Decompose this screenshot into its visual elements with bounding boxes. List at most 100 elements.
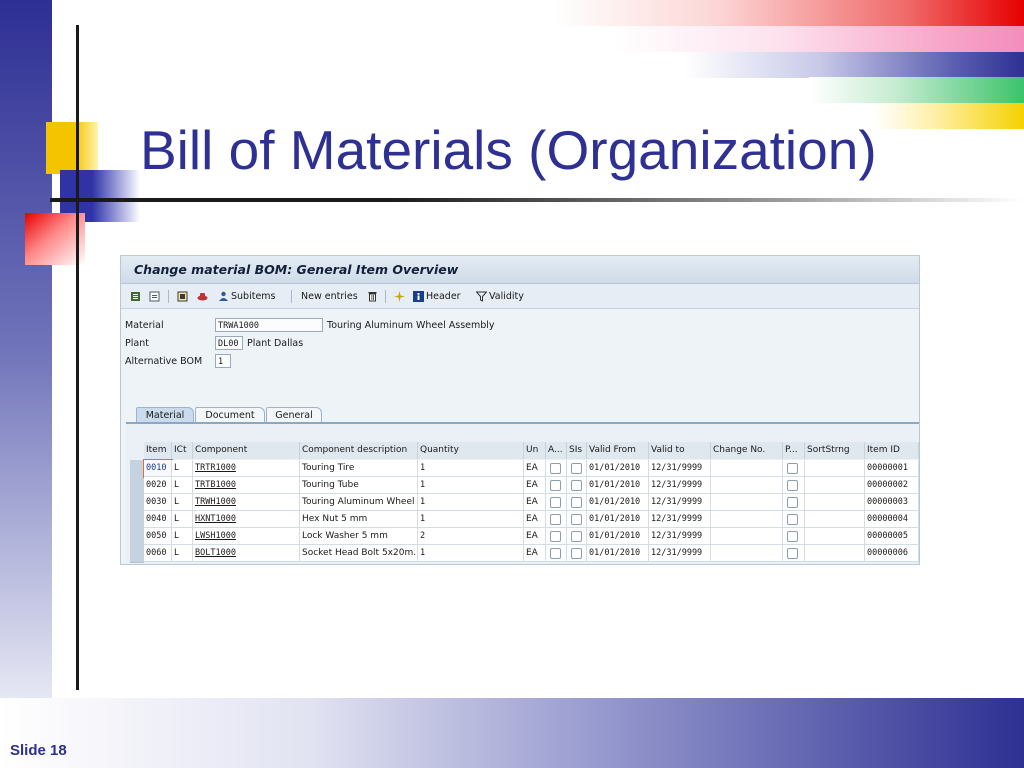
cell-unit[interactable]: EA — [524, 511, 546, 528]
checkbox[interactable] — [550, 548, 561, 559]
col-header-sortstrng[interactable]: SortStrng — [805, 442, 865, 459]
cell-quantity[interactable]: 1 — [418, 545, 524, 562]
plant-field[interactable]: DL00 — [215, 336, 243, 350]
cell-change-no[interactable] — [711, 511, 783, 528]
cell-ict[interactable]: L — [172, 477, 193, 494]
cell-sortstrng[interactable] — [805, 477, 865, 494]
validity-button[interactable]: Validity — [476, 288, 524, 304]
col-header-valid-to[interactable]: Valid to — [649, 442, 711, 459]
checkbox[interactable] — [571, 497, 582, 508]
tab-material[interactable]: Material — [136, 407, 194, 423]
cell-quantity[interactable]: 1 — [418, 460, 524, 477]
copy-button[interactable] — [394, 288, 407, 304]
checkbox[interactable] — [787, 480, 798, 491]
cell-valid-from[interactable]: 01/01/2010 — [587, 477, 649, 494]
checkbox[interactable] — [550, 514, 561, 525]
header-button[interactable]: Header — [413, 288, 461, 304]
cell-item[interactable]: 0040 — [144, 511, 172, 528]
subitems-button[interactable]: Subitems — [218, 288, 276, 304]
components-button[interactable] — [177, 288, 190, 304]
cell-change-no[interactable] — [711, 545, 783, 562]
cell-unit[interactable]: EA — [524, 494, 546, 511]
cell-item-id[interactable]: 00000006 — [865, 545, 919, 562]
cell-component[interactable]: BOLT1000 — [193, 545, 300, 562]
cell-ict[interactable]: L — [172, 545, 193, 562]
col-header-sis[interactable]: SIs — [567, 442, 587, 459]
col-header-a[interactable]: A... — [546, 442, 567, 459]
checkbox[interactable] — [550, 480, 561, 491]
cell-quantity[interactable]: 1 — [418, 477, 524, 494]
checkbox[interactable] — [787, 548, 798, 559]
cell-description[interactable]: Touring Tire — [300, 460, 418, 477]
cell-sortstrng[interactable] — [805, 545, 865, 562]
col-header-quantity[interactable]: Quantity — [418, 442, 524, 459]
cell-sortstrng[interactable] — [805, 494, 865, 511]
cell-valid-to[interactable]: 12/31/9999 — [649, 511, 711, 528]
cell-unit[interactable]: EA — [524, 528, 546, 545]
cell-item[interactable]: 0020 — [144, 477, 172, 494]
cell-item-id[interactable]: 00000004 — [865, 511, 919, 528]
col-header-unit[interactable]: Un — [524, 442, 546, 459]
cell-sortstrng[interactable] — [805, 528, 865, 545]
col-header-valid-from[interactable]: Valid From — [587, 442, 649, 459]
cell-ict[interactable]: L — [172, 460, 193, 477]
tab-general[interactable]: General — [266, 407, 322, 423]
cell-quantity[interactable]: 1 — [418, 494, 524, 511]
other-doc-button[interactable] — [149, 288, 162, 304]
cell-description[interactable]: Touring Aluminum Wheel — [300, 494, 418, 511]
cell-sortstrng[interactable] — [805, 511, 865, 528]
cell-description[interactable]: Hex Nut 5 mm — [300, 511, 418, 528]
tab-document[interactable]: Document — [195, 407, 265, 423]
cell-item[interactable]: 0050 — [144, 528, 172, 545]
cell-change-no[interactable] — [711, 528, 783, 545]
cell-ict[interactable]: L — [172, 511, 193, 528]
col-header-component[interactable]: Component — [193, 442, 300, 459]
cell-valid-from[interactable]: 01/01/2010 — [587, 528, 649, 545]
cell-item[interactable]: 0010 — [143, 459, 173, 478]
checkbox[interactable] — [571, 531, 582, 542]
table-row[interactable]: 0030 L TRWH1000 Touring Aluminum Wheel 1… — [121, 494, 919, 511]
cell-valid-from[interactable]: 01/01/2010 — [587, 460, 649, 477]
alt-bom-field[interactable]: 1 — [215, 354, 231, 368]
checkbox[interactable] — [571, 480, 582, 491]
cell-valid-from[interactable]: 01/01/2010 — [587, 545, 649, 562]
cell-description[interactable]: Socket Head Bolt 5x20m... — [300, 545, 418, 562]
checkbox[interactable] — [571, 514, 582, 525]
checkbox[interactable] — [787, 463, 798, 474]
cell-valid-from[interactable]: 01/01/2010 — [587, 511, 649, 528]
cell-description[interactable]: Lock Washer 5 mm — [300, 528, 418, 545]
cell-quantity[interactable]: 2 — [418, 528, 524, 545]
material-field[interactable]: TRWA1000 — [215, 318, 323, 332]
cell-item[interactable]: 0060 — [144, 545, 172, 562]
cell-sortstrng[interactable] — [805, 460, 865, 477]
checkbox[interactable] — [550, 497, 561, 508]
checkbox[interactable] — [550, 463, 561, 474]
cell-component[interactable]: TRTR1000 — [193, 460, 300, 477]
cell-item-id[interactable]: 00000005 — [865, 528, 919, 545]
where-used-button[interactable] — [197, 288, 210, 304]
cell-component[interactable]: TRTB1000 — [193, 477, 300, 494]
col-header-item[interactable]: Item — [144, 442, 172, 459]
col-header-description[interactable]: Component description — [300, 442, 418, 459]
table-row[interactable]: 0040 L HXNT1000 Hex Nut 5 mm 1 EA 01/01/… — [121, 511, 919, 528]
cell-unit[interactable]: EA — [524, 545, 546, 562]
display-change-button[interactable] — [130, 288, 143, 304]
cell-change-no[interactable] — [711, 460, 783, 477]
col-header-item-id[interactable]: Item ID — [865, 442, 919, 459]
cell-valid-to[interactable]: 12/31/9999 — [649, 494, 711, 511]
cell-valid-to[interactable]: 12/31/9999 — [649, 477, 711, 494]
cell-description[interactable]: Touring Tube — [300, 477, 418, 494]
checkbox[interactable] — [571, 548, 582, 559]
cell-unit[interactable]: EA — [524, 477, 546, 494]
table-row[interactable]: 0010 L TRTR1000 Touring Tire 1 EA 01/01/… — [121, 459, 919, 478]
cell-item[interactable]: 0030 — [144, 494, 172, 511]
checkbox[interactable] — [571, 463, 582, 474]
cell-unit[interactable]: EA — [524, 460, 546, 477]
checkbox[interactable] — [550, 531, 561, 542]
cell-item-id[interactable]: 00000002 — [865, 477, 919, 494]
cell-quantity[interactable]: 1 — [418, 511, 524, 528]
col-header-ict[interactable]: ICt — [172, 442, 193, 459]
cell-valid-to[interactable]: 12/31/9999 — [649, 528, 711, 545]
cell-valid-to[interactable]: 12/31/9999 — [649, 460, 711, 477]
col-header-change-no[interactable]: Change No. — [711, 442, 783, 459]
